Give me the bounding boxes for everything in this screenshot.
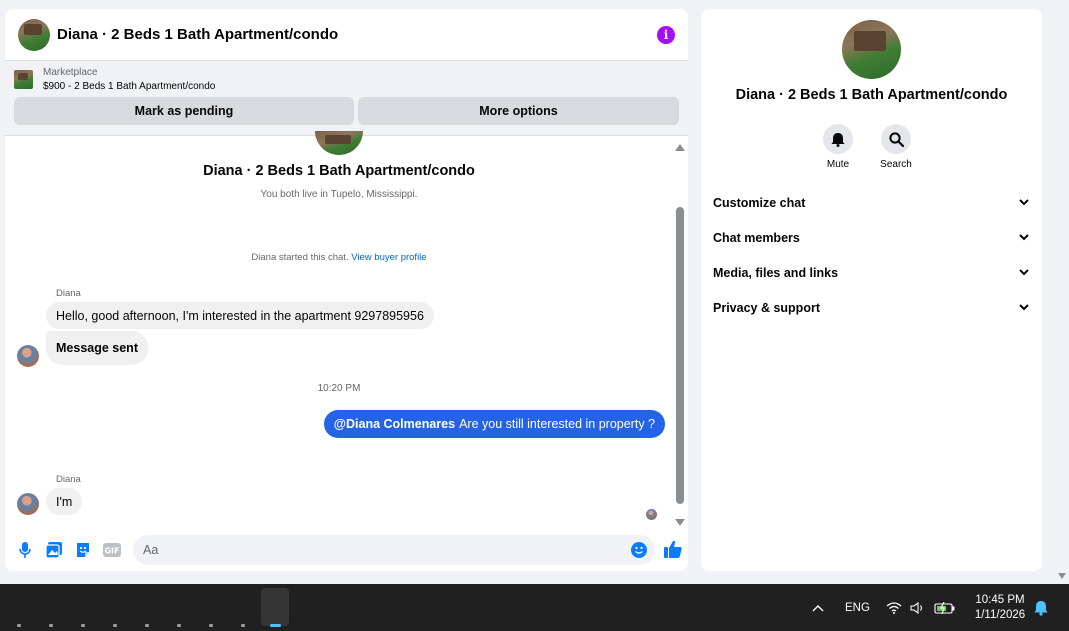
- chat-header: Diana · 2 Beds 1 Bath Apartment/condo i: [5, 9, 688, 61]
- page-scroll-down-arrow[interactable]: [1058, 573, 1066, 579]
- emoji-icon[interactable]: [631, 542, 647, 558]
- conversation-area: Diana · 2 Beds 1 Bath Apartment/condo Yo…: [5, 131, 688, 529]
- mute-button[interactable]: Mute: [822, 124, 854, 170]
- taskbar-app-indicator[interactable]: [113, 624, 117, 627]
- marketplace-label: Marketplace: [43, 67, 98, 78]
- listing-thumbnail[interactable]: [14, 70, 33, 89]
- more-options-button[interactable]: More options: [358, 97, 679, 125]
- message-bubble-incoming[interactable]: I'm: [46, 488, 83, 515]
- clock-date: 1/11/2026: [974, 609, 1026, 621]
- chat-panel: Diana · 2 Beds 1 Bath Apartment/condo i …: [5, 9, 688, 571]
- taskbar: ENG 10:45 PM 1/11/2026: [0, 584, 1069, 631]
- taskbar-app-indicator[interactable]: [81, 624, 85, 627]
- menu-label: Chat members: [713, 230, 800, 245]
- message-composer: GIF: [5, 529, 688, 571]
- profile-avatar[interactable]: [842, 20, 901, 79]
- mark-as-pending-button[interactable]: Mark as pending: [14, 97, 354, 125]
- volume-icon[interactable]: [910, 584, 926, 631]
- conversation-subtitle: You both live in Tupelo, Mississippi.: [260, 189, 418, 200]
- wifi-icon[interactable]: [886, 584, 902, 631]
- taskbar-app-indicator[interactable]: [177, 624, 181, 627]
- conversation-details-panel: Diana · 2 Beds 1 Bath Apartment/condo Mu…: [701, 9, 1042, 571]
- chat-avatar[interactable]: [18, 18, 50, 51]
- details-menu: Customize chat Chat members Media, files…: [713, 185, 1031, 325]
- chat-title[interactable]: Diana · 2 Beds 1 Bath Apartment/condo: [57, 26, 657, 43]
- message-input[interactable]: [143, 543, 631, 557]
- chevron-down-icon: [1019, 234, 1029, 241]
- taskbar-app-indicator[interactable]: [209, 624, 213, 627]
- system-clock[interactable]: 10:45 PM 1/11/2026: [965, 593, 1035, 623]
- scroll-thumb[interactable]: [676, 207, 684, 504]
- message-timestamp: 10:20 PM: [317, 383, 361, 394]
- scroll-down-arrow[interactable]: [675, 519, 685, 526]
- chevron-down-icon: [1019, 269, 1029, 276]
- chat-started-notice: Diana started this chat. View buyer prof…: [5, 252, 673, 263]
- conversation-name: Diana · 2 Beds 1 Bath Apartment/condo: [203, 163, 475, 179]
- sender-avatar[interactable]: [17, 345, 39, 367]
- bell-icon[interactable]: [823, 124, 853, 154]
- mention[interactable]: @Diana Colmenares: [334, 417, 455, 431]
- info-icon[interactable]: i: [657, 25, 675, 44]
- listing-title[interactable]: $900 - 2 Beds 1 Bath Apartment/condo: [43, 81, 215, 92]
- message-bubble-outgoing[interactable]: @Diana Colmenares Are you still interest…: [323, 410, 665, 438]
- chevron-down-icon: [1019, 304, 1029, 311]
- chevron-up-icon[interactable]: [812, 584, 824, 631]
- taskbar-app-indicator[interactable]: [49, 624, 53, 627]
- message-input-wrapper: [133, 535, 655, 565]
- profile-name: Diana · 2 Beds 1 Bath Apartment/condo: [735, 87, 1008, 103]
- menu-chat-members[interactable]: Chat members: [713, 220, 1031, 255]
- mute-label: Mute: [826, 159, 850, 170]
- gif-icon[interactable]: GIF: [102, 540, 122, 560]
- message-sender: Diana: [56, 288, 81, 299]
- message-sender: Diana: [56, 474, 81, 485]
- battery-charging-icon[interactable]: [934, 584, 956, 631]
- conversation-avatar: [315, 131, 363, 155]
- message-text: Are you still interested in property ?: [459, 417, 655, 431]
- taskbar-app-indicator[interactable]: [17, 624, 21, 627]
- microphone-icon[interactable]: [15, 540, 35, 560]
- message-bubble-incoming[interactable]: Message sent: [46, 331, 148, 365]
- menu-label: Customize chat: [713, 195, 806, 210]
- chevron-down-icon: [1019, 199, 1029, 206]
- thumbs-up-icon[interactable]: [663, 539, 685, 561]
- taskbar-app-indicator[interactable]: [241, 624, 245, 627]
- sender-avatar[interactable]: [17, 493, 39, 515]
- search-icon[interactable]: [881, 124, 911, 154]
- menu-label: Media, files and links: [713, 265, 839, 280]
- menu-privacy-support[interactable]: Privacy & support: [713, 290, 1031, 325]
- scroll-up-arrow[interactable]: [675, 144, 685, 151]
- conversation-scrollbar[interactable]: [675, 141, 685, 529]
- chat-started-text: Diana started this chat.: [251, 252, 349, 263]
- marketplace-banner: Marketplace $900 - 2 Beds 1 Bath Apartme…: [5, 61, 688, 136]
- menu-media-files-links[interactable]: Media, files and links: [713, 255, 1031, 290]
- view-buyer-profile-link[interactable]: View buyer profile: [351, 252, 426, 263]
- language-indicator[interactable]: ENG: [845, 584, 870, 631]
- message-bubble-incoming[interactable]: Hello, good afternoon, I'm interested in…: [46, 302, 434, 329]
- search-label: Search: [880, 159, 912, 170]
- gif-label: GIF: [104, 547, 119, 556]
- taskbar-active-app[interactable]: [261, 588, 289, 626]
- menu-label: Privacy & support: [713, 300, 820, 315]
- menu-customize-chat[interactable]: Customize chat: [713, 185, 1031, 220]
- search-button[interactable]: Search: [880, 124, 912, 170]
- read-receipt-avatar: [646, 509, 657, 520]
- clock-time: 10:45 PM: [975, 594, 1025, 606]
- notification-bell-icon[interactable]: [1034, 584, 1048, 631]
- sticker-icon[interactable]: [73, 540, 93, 560]
- photo-icon[interactable]: [44, 540, 64, 560]
- active-app-indicator: [270, 624, 281, 627]
- taskbar-app-indicator[interactable]: [145, 624, 149, 627]
